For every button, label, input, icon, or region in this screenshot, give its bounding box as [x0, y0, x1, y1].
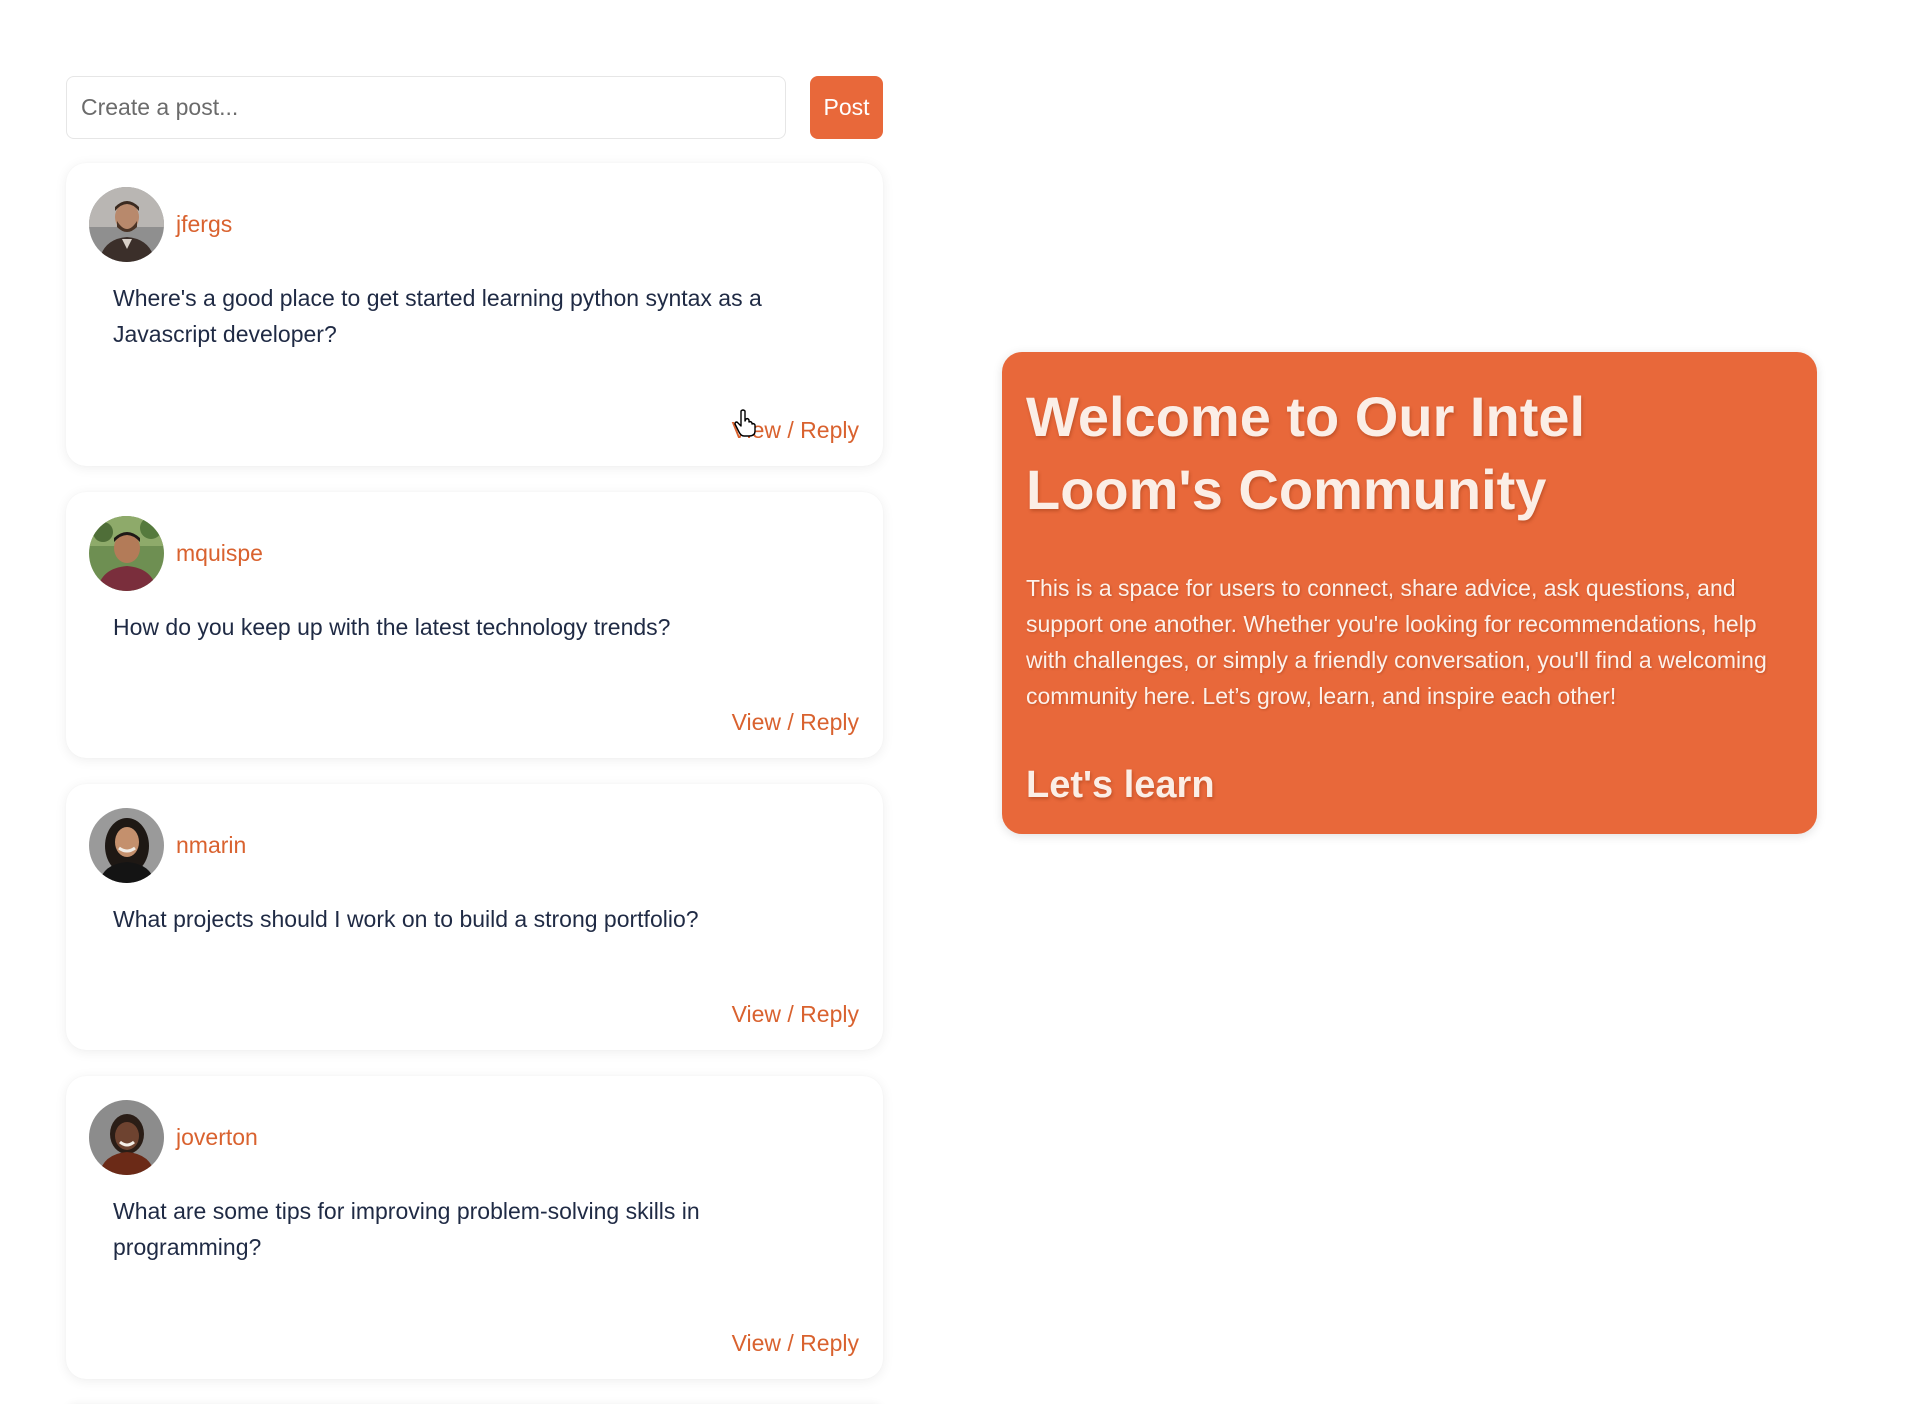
post-text: How do you keep up with the latest techn… — [113, 614, 671, 640]
post-text: What projects should I work on to build … — [113, 906, 699, 932]
welcome-panel: Welcome to Our Intel Loom's Community Th… — [1002, 352, 1817, 834]
man-beard-avatar[interactable] — [89, 187, 164, 262]
post-card: jfergs Where's a good place to get start… — [66, 163, 883, 466]
woman-smiling-avatar[interactable] — [89, 1100, 164, 1175]
view-reply-link[interactable]: View / Reply — [732, 709, 859, 736]
username[interactable]: joverton — [176, 1124, 258, 1151]
post-card: joverton What are some tips for improvin… — [66, 1076, 883, 1379]
post-text: Where's a good place to get started lear… — [113, 285, 762, 347]
woman-curly-hair-avatar[interactable] — [89, 808, 164, 883]
post-author: nmarin — [89, 808, 246, 883]
create-post-input[interactable] — [66, 76, 786, 139]
post-feed: jfergs Where's a good place to get start… — [66, 163, 883, 1404]
lets-learn-heading: Let's learn — [1026, 764, 1215, 806]
man-outdoor-avatar[interactable] — [89, 516, 164, 591]
post-author: jfergs — [89, 187, 232, 262]
hand-pointer-cursor-icon — [734, 409, 756, 437]
view-reply-link[interactable]: View / Reply — [732, 1330, 859, 1357]
username[interactable]: mquispe — [176, 540, 263, 567]
post-author: mquispe — [89, 516, 263, 591]
username[interactable]: jfergs — [176, 211, 232, 238]
view-reply-link[interactable]: View / Reply — [732, 1001, 859, 1028]
post-composer: Post — [66, 76, 883, 139]
community-page: Post jfergs Where's a good place to get … — [0, 0, 1918, 1404]
welcome-title: Welcome to Our Intel Loom's Community — [1026, 385, 1586, 521]
username[interactable]: nmarin — [176, 832, 246, 859]
post-author: joverton — [89, 1100, 258, 1175]
post-button[interactable]: Post — [810, 76, 883, 139]
welcome-description: This is a space for users to connect, sh… — [1026, 575, 1767, 709]
post-text: What are some tips for improving problem… — [113, 1198, 700, 1260]
post-card: nmarin What projects should I work on to… — [66, 784, 883, 1050]
post-card: mquispe How do you keep up with the late… — [66, 492, 883, 758]
